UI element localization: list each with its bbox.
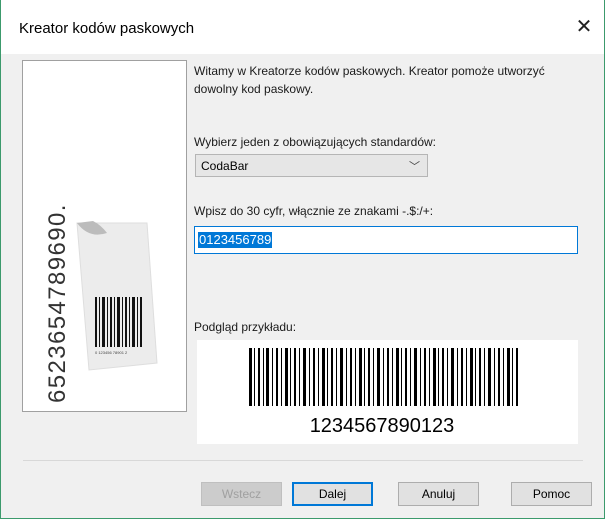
digits-input-value: 0123456789	[198, 232, 273, 248]
standard-label: Wybierz jeden z obowiązujących standardó…	[194, 135, 437, 149]
footer-divider	[23, 460, 583, 461]
barcode-illustration: 6523654789690. 0 123456 78901 2	[37, 73, 171, 410]
standard-selected-value: CodaBar	[201, 159, 249, 173]
help-button[interactable]: Pomoc	[511, 482, 592, 506]
cancel-button[interactable]: Anuluj	[398, 482, 479, 506]
barcode-preview: 1234567890123	[197, 340, 578, 444]
title-bar: Kreator kodów paskowych ✕	[1, 0, 604, 54]
illustration-digits: 6523654789690.	[44, 203, 71, 403]
preview-barcode-image: 1234567890123	[249, 348, 518, 437]
barcode-wizard-dialog: Kreator kodów paskowych ✕ 6523654789690.	[0, 0, 605, 519]
digits-label: Wpisz do 30 cyfr, włącznie ze znakami -.…	[194, 204, 434, 218]
mini-barcode	[95, 297, 142, 347]
mini-barcode-digits: 0 123456 78901 2	[95, 350, 128, 355]
side-illustration: 6523654789690. 0 123456 78901 2	[22, 60, 187, 412]
dialog-title: Kreator kodów paskowych	[19, 20, 195, 37]
barcode-illustration-image: 6523654789690. 0 123456 78901 2	[44, 203, 158, 403]
next-button[interactable]: Dalej	[292, 482, 373, 506]
standard-dropdown[interactable]: CodaBar ﹀	[195, 154, 428, 177]
intro-text: Witamy w Kreatorze kodów paskowych. Krea…	[194, 64, 545, 96]
preview-barcode-number: 1234567890123	[310, 415, 455, 437]
page-curl-shape	[76, 222, 158, 371]
preview-bars	[249, 348, 518, 406]
close-icon[interactable]: ✕	[573, 16, 595, 38]
dialog-content: 6523654789690. 0 123456 78901 2 Witamy w…	[1, 54, 604, 518]
back-button[interactable]: Wstecz	[201, 482, 282, 506]
digits-input[interactable]: 0123456789	[194, 226, 578, 254]
chevron-down-icon: ﹀	[409, 161, 420, 173]
preview-label: Podgląd przykładu:	[194, 320, 297, 334]
